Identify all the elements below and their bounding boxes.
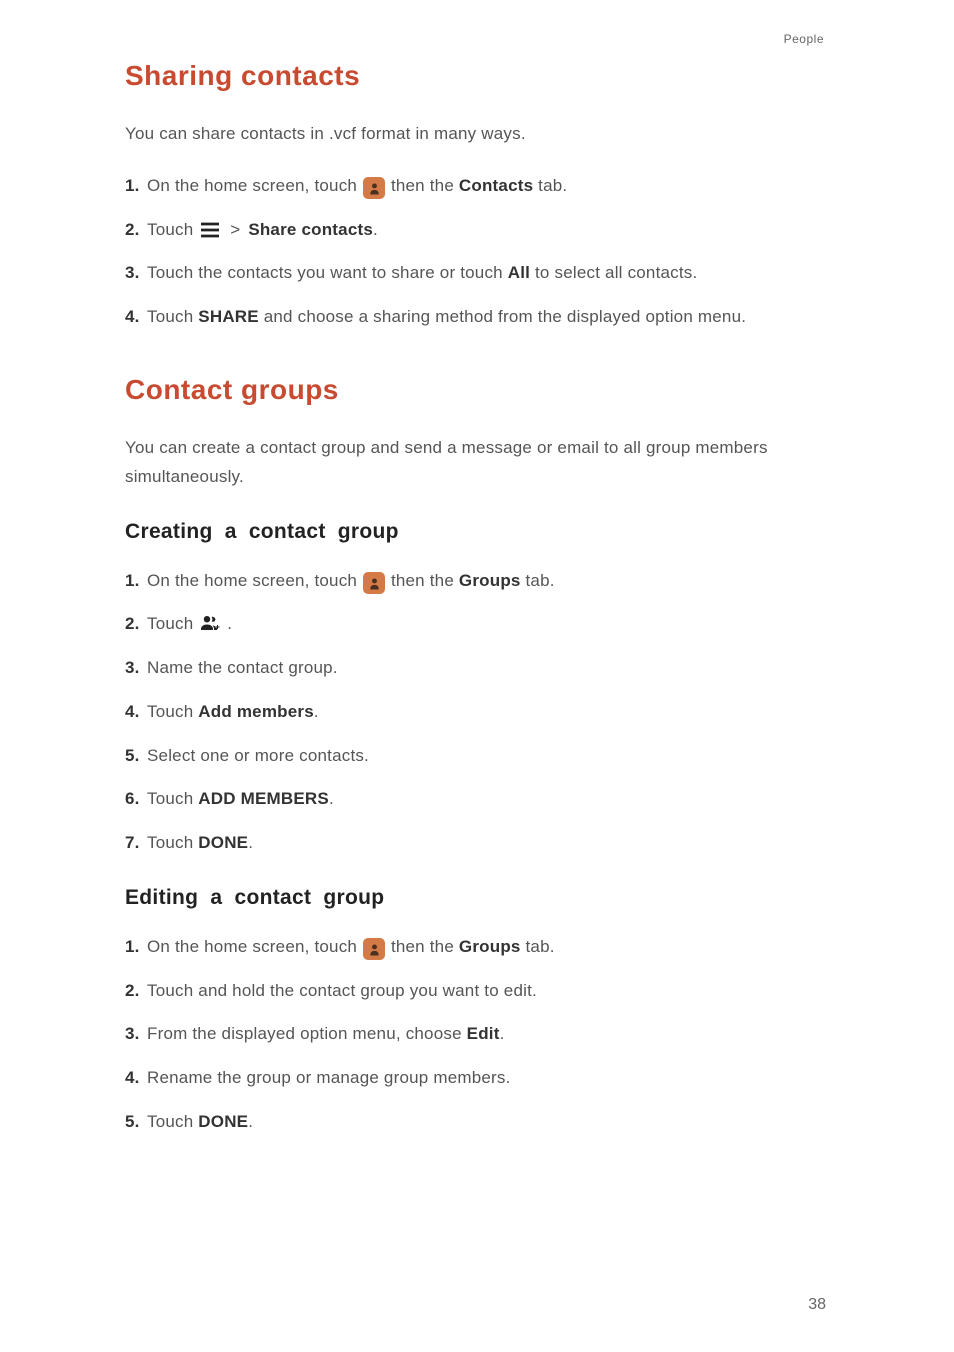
step-text: Touch and hold the contact group you wan… bbox=[147, 981, 537, 1000]
chevron-right-icon: > bbox=[230, 220, 240, 239]
step-item: On the home screen, touch then the Group… bbox=[125, 566, 829, 596]
heading-sharing-contacts: Sharing contacts bbox=[125, 60, 829, 92]
bold-text: SHARE bbox=[198, 307, 259, 326]
steps-creating-group: On the home screen, touch then the Group… bbox=[125, 566, 829, 858]
bold-text: ADD MEMBERS bbox=[198, 789, 329, 808]
contacts-app-icon bbox=[363, 572, 385, 594]
bold-text: Add members bbox=[198, 702, 314, 721]
bold-text: Groups bbox=[459, 571, 521, 590]
step-item: Touch DONE. bbox=[125, 1107, 829, 1137]
intro-contact-groups: You can create a contact group and send … bbox=[125, 434, 829, 492]
step-item: Select one or more contacts. bbox=[125, 741, 829, 771]
step-text: Touch the contacts you want to share or … bbox=[147, 263, 508, 282]
step-text: tab. bbox=[521, 937, 555, 956]
bold-text: DONE bbox=[198, 1112, 248, 1131]
step-text: Touch bbox=[147, 702, 198, 721]
intro-sharing-contacts: You can share contacts in .vcf format in… bbox=[125, 120, 829, 149]
step-text: From the displayed option menu, choose bbox=[147, 1024, 467, 1043]
add-group-icon bbox=[199, 613, 221, 633]
step-text: Touch bbox=[147, 220, 198, 239]
step-text: Name the contact group. bbox=[147, 658, 338, 677]
step-text: and choose a sharing method from the dis… bbox=[259, 307, 746, 326]
step-text: then the bbox=[391, 176, 459, 195]
bold-text: Share contacts bbox=[248, 220, 373, 239]
step-text: . bbox=[329, 789, 334, 808]
step-text: tab. bbox=[521, 571, 555, 590]
step-text: . bbox=[227, 614, 232, 633]
header-section-label: People bbox=[784, 32, 824, 46]
step-item: Touch > Share contacts. bbox=[125, 215, 829, 245]
step-text: Touch bbox=[147, 1112, 198, 1131]
step-item: Touch DONE. bbox=[125, 828, 829, 858]
step-text: then the bbox=[391, 937, 459, 956]
steps-editing-group: On the home screen, touch then the Group… bbox=[125, 932, 829, 1137]
steps-sharing-contacts: On the home screen, touch then the Conta… bbox=[125, 171, 829, 332]
step-item: Touch ADD MEMBERS. bbox=[125, 784, 829, 814]
step-item: Touch SHARE and choose a sharing method … bbox=[125, 302, 829, 332]
step-item: Touch . bbox=[125, 609, 829, 639]
step-text: Touch bbox=[147, 307, 198, 326]
step-text: On the home screen, touch bbox=[147, 937, 362, 956]
step-item: On the home screen, touch then the Conta… bbox=[125, 171, 829, 201]
step-text: tab. bbox=[533, 176, 567, 195]
step-text: Select one or more contacts. bbox=[147, 746, 369, 765]
step-text: On the home screen, touch bbox=[147, 571, 362, 590]
bold-text: Groups bbox=[459, 937, 521, 956]
step-item: From the displayed option menu, choose E… bbox=[125, 1019, 829, 1049]
step-item: Touch Add members. bbox=[125, 697, 829, 727]
step-text: Touch bbox=[147, 789, 198, 808]
step-item: Name the contact group. bbox=[125, 653, 829, 683]
step-text: . bbox=[248, 1112, 253, 1131]
step-text: . bbox=[373, 220, 378, 239]
step-text: to select all contacts. bbox=[530, 263, 697, 282]
bold-text: All bbox=[508, 263, 530, 282]
step-text: . bbox=[314, 702, 319, 721]
step-text: Touch bbox=[147, 614, 198, 633]
bold-text: Edit bbox=[467, 1024, 500, 1043]
step-text: Rename the group or manage group members… bbox=[147, 1068, 511, 1087]
hamburger-menu-icon bbox=[200, 222, 220, 238]
step-text: On the home screen, touch bbox=[147, 176, 362, 195]
step-item: On the home screen, touch then the Group… bbox=[125, 932, 829, 962]
subheading-creating-group: Creating a contact group bbox=[125, 520, 829, 544]
bold-text: DONE bbox=[198, 833, 248, 852]
step-item: Touch and hold the contact group you wan… bbox=[125, 976, 829, 1006]
bold-text: Contacts bbox=[459, 176, 533, 195]
step-text: . bbox=[500, 1024, 505, 1043]
step-text: Touch bbox=[147, 833, 198, 852]
page-number: 38 bbox=[808, 1296, 826, 1314]
contacts-app-icon bbox=[363, 177, 385, 199]
contacts-app-icon bbox=[363, 938, 385, 960]
heading-contact-groups: Contact groups bbox=[125, 374, 829, 406]
step-item: Rename the group or manage group members… bbox=[125, 1063, 829, 1093]
subheading-editing-group: Editing a contact group bbox=[125, 886, 829, 910]
step-text: . bbox=[248, 833, 253, 852]
step-text: then the bbox=[391, 571, 459, 590]
step-item: Touch the contacts you want to share or … bbox=[125, 258, 829, 288]
